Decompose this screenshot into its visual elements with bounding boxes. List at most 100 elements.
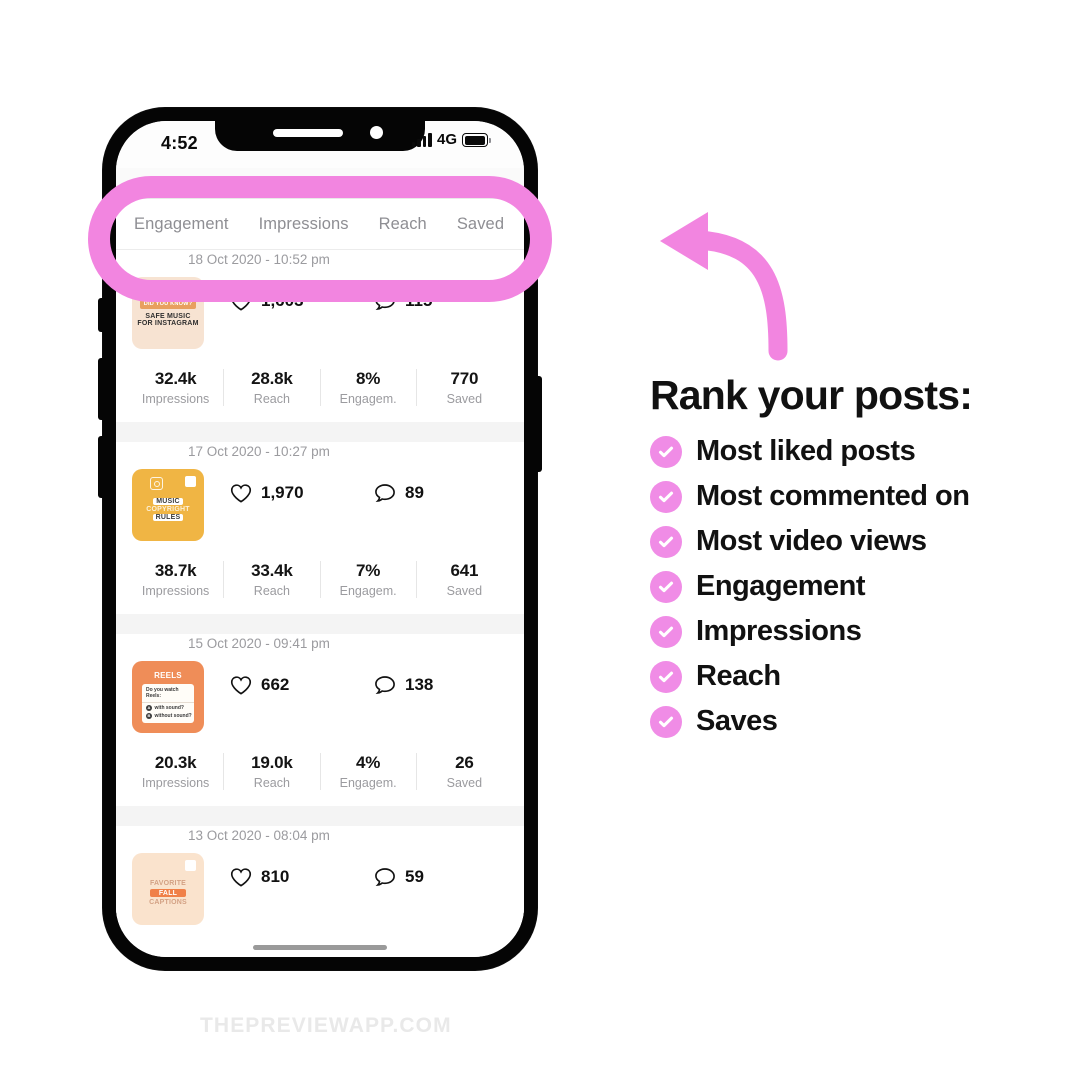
thumb-line-2: FALL xyxy=(149,889,187,897)
stat-value: 641 xyxy=(450,561,479,580)
check-circle-icon xyxy=(650,705,682,738)
list-item: Impressions xyxy=(650,615,1060,648)
likes-stat: 810 xyxy=(216,867,370,887)
comment-icon xyxy=(375,292,395,310)
post-row[interactable]: 17 Oct 2020 - 10:27 pm MUSIC COPYRIGHT R… xyxy=(116,444,524,614)
poll-option-key: B xyxy=(146,712,152,719)
post-stats-row: 38.7k Impressions 33.4k Reach 7% Engagem… xyxy=(116,547,524,614)
list-item-label: Most liked posts xyxy=(696,435,916,467)
check-circle-icon xyxy=(650,480,682,513)
list-item: Most commented on xyxy=(650,480,1060,513)
phone-mockup: 4:52 4G Engagement Impressions Reach Sav… xyxy=(98,108,542,970)
status-bar: 4:52 4G xyxy=(116,121,524,168)
comments-count: 59 xyxy=(405,867,424,886)
likes-count: 810 xyxy=(261,867,290,886)
thumb-line-1: MUSIC xyxy=(153,498,183,506)
post-row[interactable]: 15 Oct 2020 - 09:41 pm REELS Do you watc… xyxy=(116,636,524,806)
post-row[interactable]: 13 Oct 2020 - 08:04 pm FAVORITE FALL CAP… xyxy=(116,828,524,931)
stat-value: 32.4k xyxy=(154,369,197,388)
stat-label: Reach xyxy=(253,584,290,598)
volume-up-button[interactable] xyxy=(98,358,104,420)
post-thumbnail[interactable]: REELS Do you watch Reels: A with sound? … xyxy=(132,661,204,733)
page-title: Rank your posts: xyxy=(650,372,973,418)
stat-saved: 770 Saved xyxy=(417,369,512,406)
post-engagement-block: 1,970 89 xyxy=(204,469,508,541)
post-engagement-block: 1,603 115 xyxy=(204,277,508,349)
list-item: Engagement xyxy=(650,570,1060,603)
stat-engagement: 7% Engagem. xyxy=(321,561,417,598)
thumb-line-1: SAFE MUSIC xyxy=(145,312,191,320)
post-thumbnail[interactable]: MUSIC COPYRIGHT RULES xyxy=(132,469,204,541)
social-counts: 662 138 xyxy=(216,675,508,695)
list-item-label: Saves xyxy=(696,705,778,737)
heart-icon xyxy=(230,676,252,695)
likes-count: 662 xyxy=(261,675,290,694)
comments-count: 138 xyxy=(405,675,434,694)
list-separator xyxy=(116,614,524,634)
post-thumbnail[interactable]: DID YOU KNOW? SAFE MUSIC FOR INSTAGRAM xyxy=(132,277,204,349)
comment-icon xyxy=(375,484,395,502)
comments-stat: 115 xyxy=(370,291,432,311)
home-indicator[interactable] xyxy=(253,945,387,950)
comment-icon xyxy=(375,868,395,886)
list-item: Reach xyxy=(650,660,1060,693)
carousel-icon xyxy=(185,476,196,487)
post-date: 17 Oct 2020 - 10:27 pm xyxy=(188,444,330,459)
post-engagement-block: 662 138 xyxy=(204,661,508,733)
poll-option: B without sound? xyxy=(142,711,194,719)
notch xyxy=(215,121,425,151)
social-counts: 1,603 115 xyxy=(216,291,508,311)
volume-down-button[interactable] xyxy=(98,436,104,498)
thumb-line-3: RULES xyxy=(152,513,184,521)
speaker-grille xyxy=(273,129,343,137)
stat-label: Engagem. xyxy=(339,776,397,790)
likes-stat: 1,970 xyxy=(216,483,370,503)
stat-label: Saved xyxy=(446,584,483,598)
carousel-icon xyxy=(185,860,196,871)
tab-impressions[interactable]: Impressions xyxy=(259,215,349,234)
list-item-label: Reach xyxy=(696,660,781,692)
list-item-label: Impressions xyxy=(696,615,862,647)
mute-switch[interactable] xyxy=(98,298,104,332)
thumb-badge: DID YOU KNOW? xyxy=(139,299,197,309)
stat-value: 19.0k xyxy=(251,753,293,772)
tab-reach[interactable]: Reach xyxy=(379,215,427,234)
phone-screen: 4:52 4G Engagement Impressions Reach Sav… xyxy=(116,121,524,957)
stat-label: Reach xyxy=(253,776,290,790)
stat-saved: 641 Saved xyxy=(417,561,512,598)
poll-question: Do you watch Reels: xyxy=(142,687,194,703)
stat-impressions: 38.7k Impressions xyxy=(128,561,225,598)
post-date: 18 Oct 2020 - 10:52 pm xyxy=(188,252,330,267)
header-strip xyxy=(116,168,524,199)
comments-stat: 59 xyxy=(370,867,424,887)
check-circle-icon xyxy=(650,615,682,648)
post-row[interactable]: 18 Oct 2020 - 10:52 pm DID YOU KNOW? SAF… xyxy=(116,252,524,422)
list-item: Saves xyxy=(650,705,1060,738)
likes-stat: 1,603 xyxy=(216,291,370,311)
thumb-line-3: CAPTIONS xyxy=(149,899,187,907)
comments-count: 115 xyxy=(405,291,433,310)
post-thumbnail[interactable]: FAVORITE FALL CAPTIONS xyxy=(132,853,204,925)
post-date: 15 Oct 2020 - 09:41 pm xyxy=(188,636,330,651)
list-item-label: Most video views xyxy=(696,525,927,557)
list-item-label: Most commented on xyxy=(696,480,970,512)
metric-tab-bar[interactable]: Engagement Impressions Reach Saved xyxy=(116,199,524,250)
stat-label: Impressions xyxy=(141,776,210,790)
instagram-icon xyxy=(150,477,163,490)
likes-stat: 662 xyxy=(216,675,370,695)
likes-count: 1,603 xyxy=(261,291,304,310)
curved-arrow-left-icon xyxy=(660,212,788,361)
check-circle-icon xyxy=(650,570,682,603)
status-time: 4:52 xyxy=(161,133,198,153)
battery-full-icon xyxy=(462,133,491,147)
stat-label: Engagem. xyxy=(339,584,397,598)
tab-saved[interactable]: Saved xyxy=(457,215,504,234)
stat-label: Engagem. xyxy=(339,392,397,406)
stat-value: 33.4k xyxy=(251,561,293,580)
check-circle-icon xyxy=(650,525,682,558)
power-button[interactable] xyxy=(536,376,542,472)
comment-icon xyxy=(375,676,395,694)
tab-engagement[interactable]: Engagement xyxy=(134,215,229,234)
post-list[interactable]: 18 Oct 2020 - 10:52 pm DID YOU KNOW? SAF… xyxy=(116,250,524,957)
stat-value: 770 xyxy=(450,369,479,388)
